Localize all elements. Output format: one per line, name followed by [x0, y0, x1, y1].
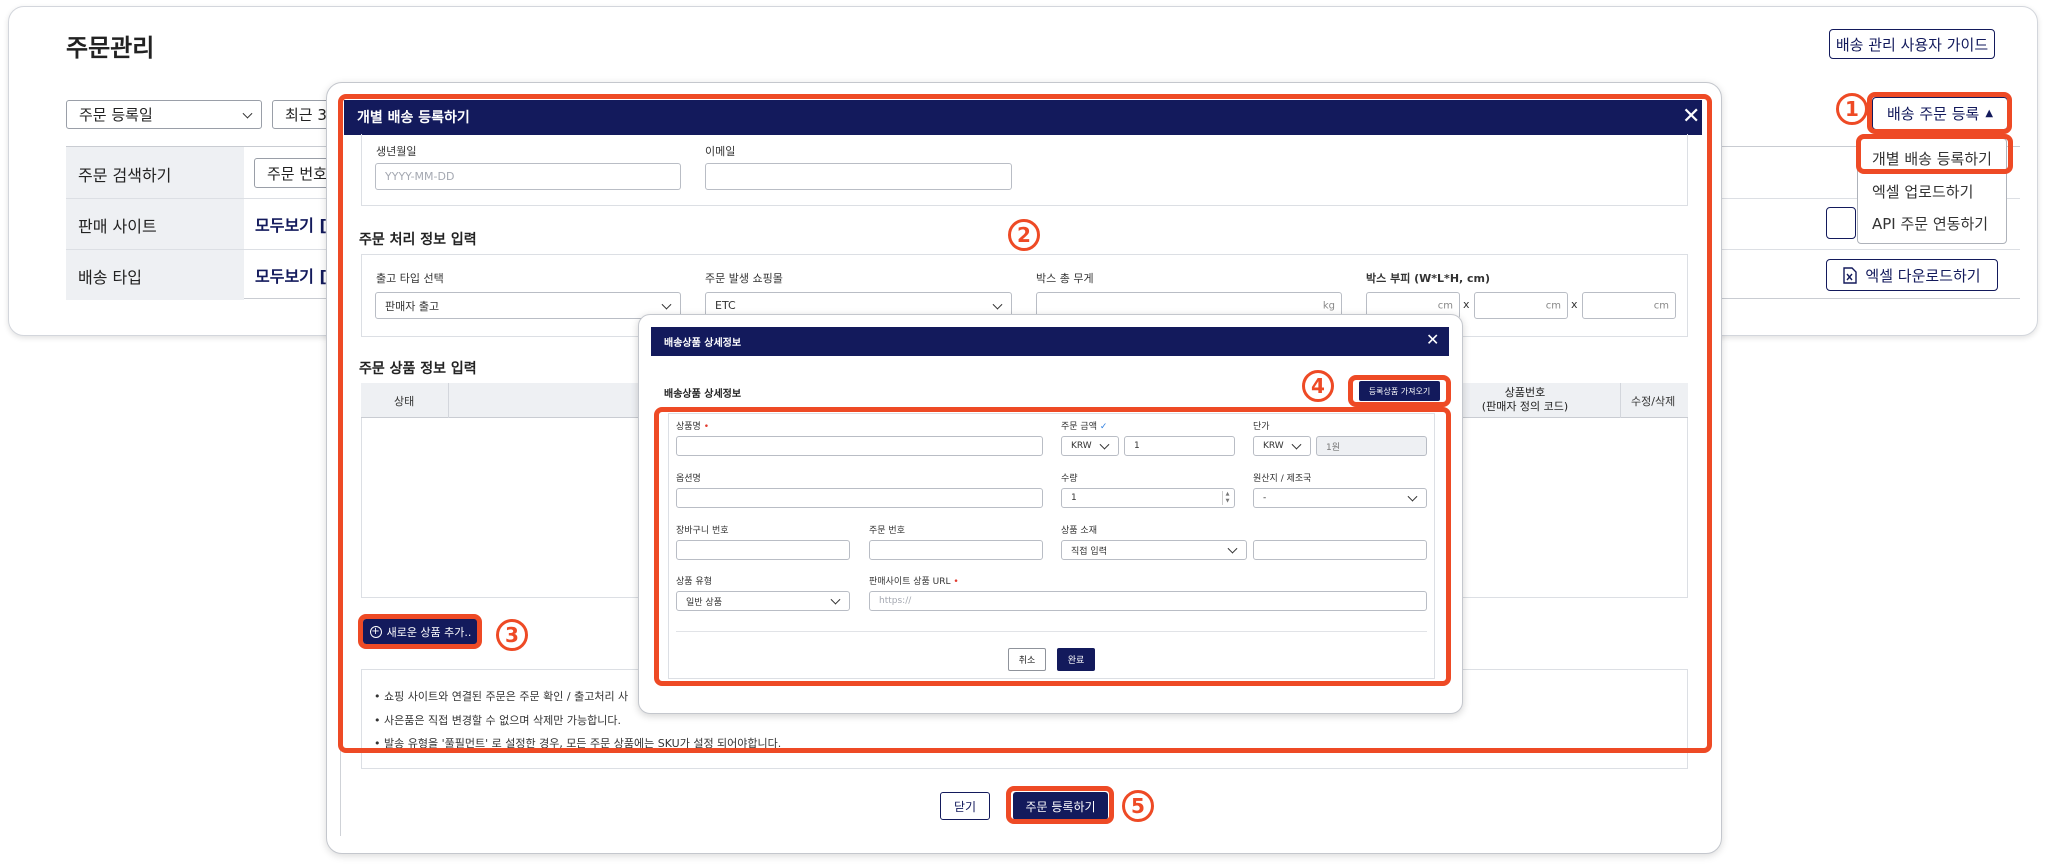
page-title: 주문관리	[66, 34, 155, 62]
step-4-marker: 4	[1302, 370, 1334, 402]
period-select[interactable]: 최근 3	[272, 100, 332, 129]
highlight-detail-form	[654, 407, 1451, 686]
step-2-marker: 2	[1008, 219, 1040, 251]
highlight-individual-menu	[1856, 134, 2013, 174]
period-value: 최근 3	[285, 106, 327, 124]
highlight-register-button	[1867, 92, 2012, 134]
delivery-type-row-label: 배송 타입	[78, 268, 142, 287]
excel-partial-button[interactable]	[1826, 207, 1856, 239]
delivery-type-filter-all[interactable]: 모두보기 [	[255, 263, 327, 287]
excel-download-button[interactable]: 엑셀 다운로드하기	[1826, 259, 1998, 291]
detail-header	[651, 327, 1449, 356]
search-row-label: 주문 검색하기	[78, 166, 172, 185]
detail-title: 배송상품 상세정보	[664, 338, 742, 349]
detail-close-icon[interactable]: ✕	[1426, 332, 1439, 348]
modal-close-button[interactable]: 닫기	[940, 792, 990, 820]
detail-section-title: 배송상품 상세정보	[664, 389, 742, 400]
site-row-label: 판매 사이트	[78, 217, 157, 236]
date-type-value: 주문 등록일	[79, 106, 153, 124]
search-type-select[interactable]: 주문 번호	[254, 158, 334, 188]
site-filter-all[interactable]: 모두보기 [	[255, 212, 327, 236]
step-1-marker: 1	[1836, 93, 1868, 125]
excel-file-icon	[1843, 266, 1858, 284]
excel-download-label: 엑셀 다운로드하기	[1865, 266, 1981, 285]
highlight-import	[1348, 375, 1451, 407]
highlight-submit	[1006, 786, 1114, 824]
step-5-marker: 5	[1122, 790, 1154, 822]
menu-item-excel-upload[interactable]: 엑셀 업로드하기	[1872, 181, 1973, 202]
menu-item-api[interactable]: API 주문 연동하기	[1872, 213, 1988, 234]
user-guide-button[interactable]: 배송 관리 사용자 가이드	[1829, 29, 1995, 59]
date-type-select[interactable]: 주문 등록일	[66, 100, 262, 129]
